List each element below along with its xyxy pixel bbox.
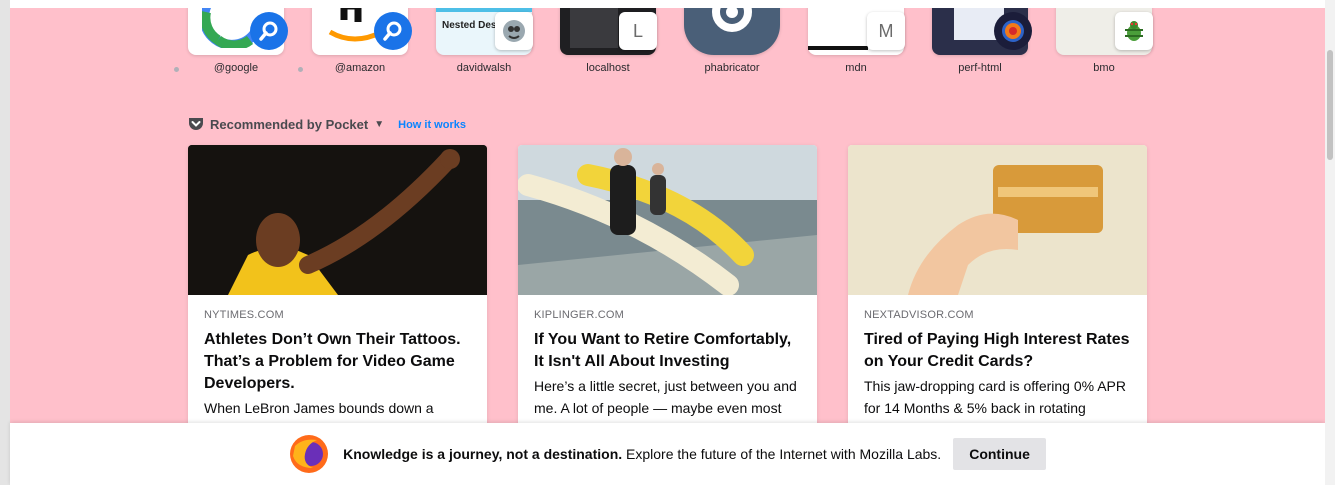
card-headline: Tired of Paying High Interest Rates on Y…	[864, 331, 1130, 370]
top-site-google[interactable]: @google	[174, 8, 288, 74]
credit-card-image	[848, 145, 1147, 295]
continue-button[interactable]: Continue	[953, 438, 1046, 470]
top-site-label: phabricator	[704, 62, 760, 74]
top-site-label: perf-html	[958, 62, 1002, 74]
firefox-logo-icon	[290, 435, 329, 473]
top-site-label: davidwalsh	[456, 62, 512, 74]
card-headline: If You Want to Retire Comfortably, It Is…	[534, 331, 792, 370]
top-site-amazon[interactable]: @amazon	[298, 8, 412, 74]
tile-preview	[932, 8, 1032, 55]
card-headline: Athletes Don’t Own Their Tattoos. That’s…	[204, 331, 461, 392]
search-badge-icon	[250, 12, 288, 50]
search-badge-icon	[374, 12, 412, 50]
how-it-works-link[interactable]: How it works	[398, 119, 466, 131]
pocket-card[interactable]: NYTIMES.COM Athletes Don’t Own Their Tat…	[188, 145, 487, 435]
chevron-down-icon[interactable]: ▼	[374, 119, 384, 130]
davidwalsh-logo-icon	[495, 12, 533, 50]
snippet-bar: Knowledge is a journey, not a destinatio…	[10, 423, 1325, 485]
tile-preview: L	[560, 8, 657, 55]
card-image	[848, 145, 1147, 295]
preview-bar	[808, 46, 868, 50]
scrollbar[interactable]	[1325, 0, 1335, 485]
tile-preview: M	[808, 8, 905, 55]
gear-icon	[712, 8, 752, 32]
basketball-player-image	[188, 145, 487, 295]
card-image	[188, 145, 487, 295]
pocket-icon	[189, 118, 203, 130]
pocket-card[interactable]: KIPLINGER.COM If You Want to Retire Comf…	[518, 145, 817, 435]
tile-preview	[1056, 8, 1153, 55]
surfers-image	[518, 145, 817, 295]
new-tab-page: @google @amazon Nested Des davidwalsh L …	[10, 8, 1325, 485]
top-site-label: @google	[213, 62, 259, 74]
tile-preview	[312, 8, 412, 55]
tile-preview	[188, 8, 288, 55]
snippet-text: Knowledge is a journey, not a destinatio…	[343, 446, 941, 462]
perf-html-logo-icon	[994, 12, 1032, 50]
bug-icon	[1115, 12, 1153, 50]
card-source: KIPLINGER.COM	[534, 309, 625, 321]
pocket-section-header: Recommended by Pocket ▼ How it works	[188, 117, 466, 132]
top-site-bmo[interactable]: bmo	[1056, 8, 1153, 74]
section-title: Recommended by Pocket	[210, 117, 369, 132]
tile-preview	[684, 8, 780, 55]
pocket-card[interactable]: NEXTADVISOR.COM Tired of Paying High Int…	[848, 145, 1147, 435]
top-site-localhost[interactable]: L localhost	[560, 8, 657, 74]
card-image	[518, 145, 817, 295]
preview-block	[570, 8, 618, 48]
top-site-davidwalsh[interactable]: Nested Des davidwalsh	[436, 8, 533, 74]
top-site-label: @amazon	[334, 62, 386, 74]
card-source: NYTIMES.COM	[204, 309, 284, 321]
snippet-bold-text: Knowledge is a journey, not a destinatio…	[343, 446, 623, 462]
top-site-phabricator[interactable]: phabricator	[684, 8, 780, 74]
top-site-label: bmo	[1093, 62, 1115, 74]
top-site-mdn[interactable]: M mdn	[808, 8, 905, 74]
tile-preview: Nested Des	[436, 8, 533, 55]
window-edge	[0, 0, 10, 485]
top-site-label: mdn	[845, 62, 867, 74]
letter-badge-icon: M	[867, 12, 905, 50]
scrollbar-thumb[interactable]	[1327, 50, 1333, 160]
tile-preview-text: Nested Des	[442, 20, 497, 31]
top-site-label: localhost	[586, 62, 630, 74]
snippet-body-text: Explore the future of the Internet with …	[622, 446, 942, 462]
letter-badge-icon: L	[619, 12, 657, 50]
card-source: NEXTADVISOR.COM	[864, 309, 974, 321]
top-site-perf-html[interactable]: perf-html	[932, 8, 1032, 74]
